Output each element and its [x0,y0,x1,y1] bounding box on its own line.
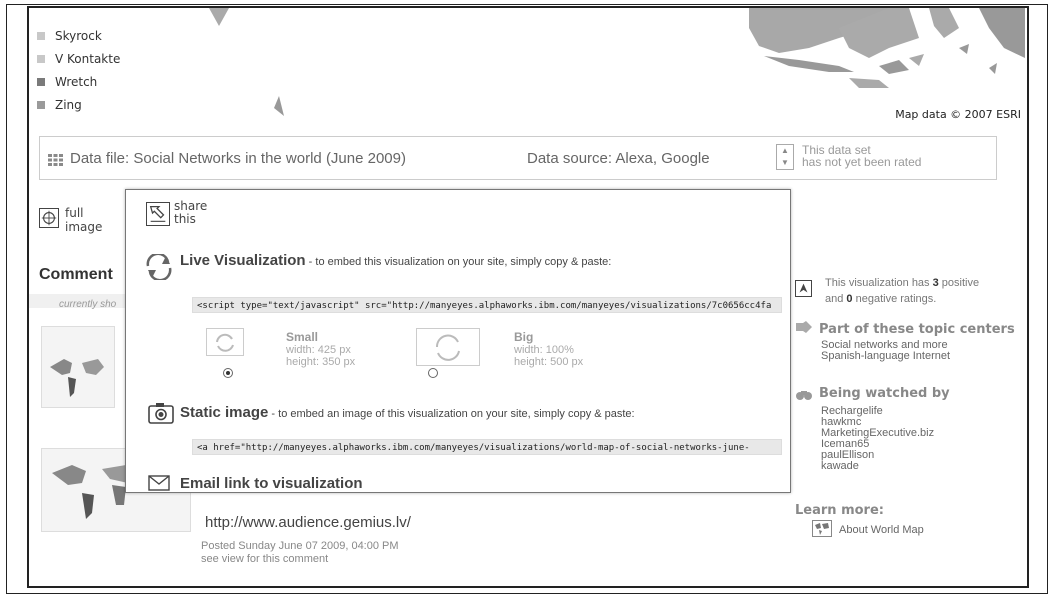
legend-label: Wretch [55,74,98,89]
share-icon[interactable] [146,202,170,226]
share-popup: share this Live Visualization - to embed… [125,189,791,493]
big-size-thumbnail[interactable] [416,328,480,366]
arrow-up-icon [795,280,812,297]
legend-item: Wretch [37,70,120,93]
full-image-icon[interactable] [39,208,59,228]
legend-item: V Kontakte [37,47,120,70]
static-title: Static image [180,404,269,421]
ratings-summary: This visualization has 3 positive and 0 … [825,275,1025,307]
embed-code-field[interactable]: <script type="text/javascript" src="http… [192,297,782,313]
world-map-icon [812,520,832,537]
watchers-list: Rechargelife hawkmc MarketingExecutive.b… [821,406,934,472]
negative-label: negative [852,293,898,305]
small-size-width: width: 425 px [286,344,351,356]
map-landmass [959,44,969,54]
legend-item: Zing [37,93,120,116]
topic-centers-list: Social networks and more Spanish-languag… [821,340,950,362]
data-source-text: Data source: Alexa, Google [527,150,710,167]
legend-swatch [37,77,45,86]
small-size-height: height: 350 px [286,356,356,368]
topic-centers-heading: Part of these topic centers [819,322,1015,337]
comment-posted-date: Posted Sunday June 07 2009, 04:00 PM [201,540,399,552]
comment-meta: Posted Sunday June 07 2009, 04:00 PM see… [201,540,399,566]
live-title: Live Visualization [180,252,306,269]
map-landmass [879,60,909,74]
about-world-map-link[interactable]: About World Map [839,524,924,536]
ratings-prefix: This visualization has [825,277,933,289]
big-size-height: height: 500 px [514,356,584,368]
map-legend: Skyrock V Kontakte Wretch Zing [37,24,120,116]
map-landmass [274,96,284,116]
refresh-arrows-icon [216,333,234,352]
small-size-thumbnail[interactable] [206,328,244,356]
static-image-heading: Static image - to embed an image of this… [180,404,635,421]
map-credit: Map data © 2007 ESRI [895,108,1021,121]
big-size-width: width: 100% [514,344,574,356]
map-landmass [909,54,924,66]
small-size-label: Small [286,330,319,344]
data-file-bar: Data file: Social Networks in the world … [39,136,997,180]
legend-swatch [37,31,45,40]
static-subtitle: - to embed an image of this visualizatio… [268,408,635,420]
big-size-radio[interactable] [428,368,438,378]
data-file-link[interactable]: Data file: Social Networks in the world … [70,150,406,167]
legend-label: V Kontakte [55,51,121,66]
ratings-suffix: ratings. [897,293,937,305]
full-image-label: image [65,220,103,234]
comment-link[interactable]: http://www.audience.gemius.lv/ [205,514,411,531]
legend-swatch [37,100,45,109]
legend-label: Zing [55,97,82,112]
envelope-icon [148,475,170,491]
image-embed-code-field[interactable]: <a href="http://manyeyes.alphaworks.ibm.… [192,439,782,455]
comment-thumbnail[interactable] [41,326,115,408]
watchers-heading: Being watched by [819,386,950,401]
legend-item: Skyrock [37,24,120,47]
full-image-label: full [65,206,84,220]
topic-center-icon [796,321,812,333]
big-size-label: Big [514,330,534,344]
visualization-page: Skyrock V Kontakte Wretch Zing Map data … [27,6,1029,588]
small-size-radio[interactable] [223,368,233,378]
live-subtitle: - to embed this visualization on your si… [305,256,612,268]
rating-arrows-icon[interactable]: ▲ ▼ [776,144,794,170]
positive-label: positive [938,277,980,289]
dataset-rating-status: This data set has not yet been rated [802,144,921,168]
map-landmass [209,8,229,26]
share-this-label: share this [174,200,207,226]
refresh-arrows-icon [435,334,460,361]
world-map-thumbnail-icon [50,359,104,397]
topic-link[interactable]: Spanish-language Internet [821,351,950,362]
full-image-link[interactable]: full image [65,206,102,234]
learn-more-heading: Learn more: [795,503,884,518]
watcher-link[interactable]: kawade [821,461,934,472]
refresh-arrows-icon [146,254,172,280]
ratings-and: and [825,293,847,305]
grid-icon [48,154,63,166]
map-landmass [764,56,854,72]
rating-status-line: has not yet been rated [802,155,922,169]
map-landmass [979,8,1025,58]
small-size-option: Small width: 425 px height: 350 px [286,330,355,368]
comments-shown-text: currently sho [59,299,117,310]
comment-view-link[interactable]: see view for this comment [201,553,399,566]
legend-label: Skyrock [55,28,102,43]
map-landmass [849,78,889,88]
big-size-option: Big width: 100% height: 500 px [514,330,583,368]
share-label-line: this [174,212,196,226]
legend-swatch [37,54,45,63]
live-visualization-heading: Live Visualization - to embed this visua… [180,252,611,269]
email-link-button[interactable]: Email link to visualization [180,475,363,492]
camera-icon [148,403,174,424]
comments-heading: Comment [39,266,113,283]
binoculars-icon [796,391,812,400]
map-landmass [929,8,959,38]
map-landmass [989,63,997,74]
